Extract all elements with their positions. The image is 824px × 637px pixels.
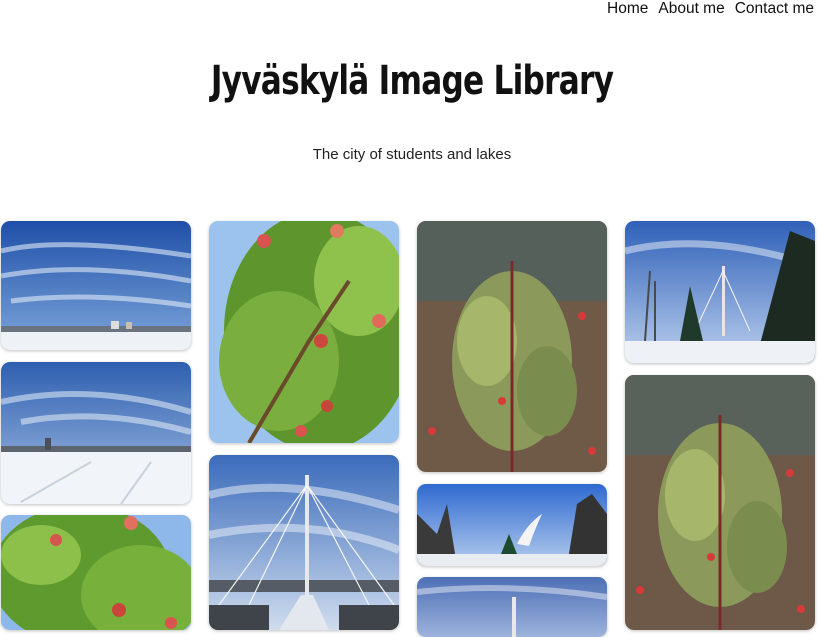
gallery-image-bridge-trees[interactable] [625, 221, 815, 363]
nav-link-contact[interactable]: Contact me [735, 0, 814, 18]
nav-link-home[interactable]: Home [607, 0, 648, 18]
gallery-image-frosty-leaves[interactable] [417, 221, 607, 472]
page-subtitle: The city of students and lakes [312, 146, 512, 163]
gallery-image-frozen-lake-shore[interactable] [1, 362, 191, 504]
gallery-image-bridge-2[interactable] [417, 577, 607, 637]
gallery-image-frozen-lake-city[interactable] [1, 221, 191, 350]
gallery-image-apple-tree[interactable] [209, 221, 399, 443]
top-navigation: Home About me Contact me [607, 0, 814, 18]
gallery-image-winter-forest-steam[interactable] [417, 484, 607, 566]
gallery-image-frosty-leaves-2[interactable] [625, 375, 815, 630]
page-title: Jyväskylä Image Library [210, 58, 614, 104]
nav-link-about[interactable]: About me [658, 0, 724, 18]
gallery-image-bridge[interactable] [209, 455, 399, 630]
gallery-image-apple-tree-2[interactable] [1, 515, 191, 630]
